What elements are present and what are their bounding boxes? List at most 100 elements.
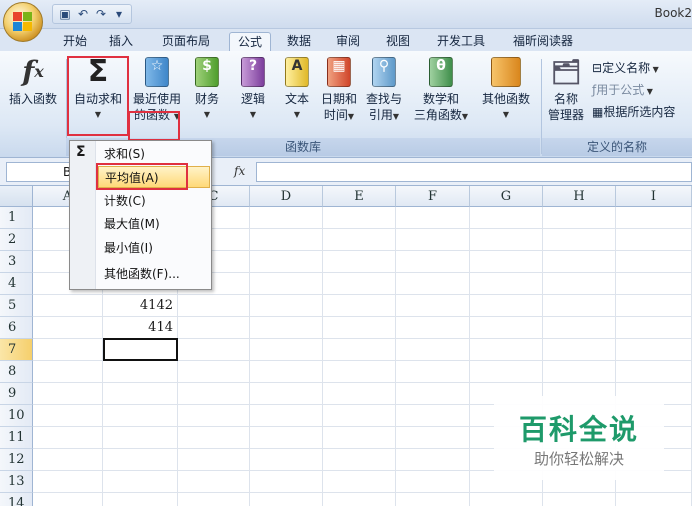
autosum-button[interactable]: Σ 自动求和 ▼	[70, 55, 126, 123]
row-header-11[interactable]: 11	[0, 427, 33, 449]
cell-f14[interactable]	[396, 493, 470, 506]
cell-g4[interactable]	[470, 273, 543, 295]
cell-f7[interactable]	[396, 339, 470, 361]
cell-h2[interactable]	[543, 229, 616, 251]
cell-d3[interactable]	[250, 251, 323, 273]
cell-d5[interactable]	[250, 295, 323, 317]
cell-f5[interactable]	[396, 295, 470, 317]
cell-i7[interactable]	[616, 339, 692, 361]
row-header-14[interactable]: 14	[0, 493, 33, 506]
redo-icon[interactable]: ↷	[93, 7, 109, 21]
menu-item-max[interactable]: 最大值(M)	[98, 213, 210, 235]
cell-h8[interactable]	[543, 361, 616, 383]
cell-a14[interactable]	[33, 493, 103, 506]
undo-icon[interactable]: ↶	[75, 7, 91, 21]
tab-view[interactable]: 视图	[381, 32, 415, 51]
cell-b5[interactable]: 4142	[103, 295, 178, 317]
menu-item-more-functions[interactable]: 其他函数(F)...	[98, 263, 210, 285]
menu-item-sum[interactable]: 求和(S)	[98, 143, 210, 165]
column-header-f[interactable]: F	[396, 186, 470, 207]
cell-f6[interactable]	[396, 317, 470, 339]
cell-c9[interactable]	[178, 383, 250, 405]
cell-d10[interactable]	[250, 405, 323, 427]
cell-b9[interactable]	[103, 383, 178, 405]
save-icon[interactable]: ▣	[57, 7, 73, 21]
cell-c10[interactable]	[178, 405, 250, 427]
cell-g2[interactable]	[470, 229, 543, 251]
cell-e14[interactable]	[323, 493, 396, 506]
cell-g6[interactable]	[470, 317, 543, 339]
financial-button[interactable]: $ 财务 ▼	[188, 55, 226, 123]
tab-insert[interactable]: 插入	[104, 32, 138, 51]
cell-e7[interactable]	[323, 339, 396, 361]
tab-formulas[interactable]: 公式	[229, 32, 271, 51]
cell-e12[interactable]	[323, 449, 396, 471]
cell-i2[interactable]	[616, 229, 692, 251]
cell-i14[interactable]	[616, 493, 692, 506]
cell-b8[interactable]	[103, 361, 178, 383]
cell-d1[interactable]	[250, 207, 323, 229]
cell-h3[interactable]	[543, 251, 616, 273]
row-header-8[interactable]: 8	[0, 361, 33, 383]
row-header-1[interactable]: 1	[0, 207, 33, 229]
cell-g1[interactable]	[470, 207, 543, 229]
cell-h1[interactable]	[543, 207, 616, 229]
tab-data[interactable]: 数据	[282, 32, 316, 51]
cell-f4[interactable]	[396, 273, 470, 295]
cell-h5[interactable]	[543, 295, 616, 317]
cell-c14[interactable]	[178, 493, 250, 506]
cell-f1[interactable]	[396, 207, 470, 229]
more-functions-button[interactable]: 其他函数 ▼	[476, 55, 536, 123]
define-name-button[interactable]: ⊟定义名称 ▼	[592, 59, 659, 76]
row-header-13[interactable]: 13	[0, 471, 33, 493]
select-all-corner[interactable]	[0, 186, 33, 207]
menu-item-average[interactable]: 平均值(A)	[98, 166, 210, 188]
create-from-selection-button[interactable]: ▦根据所选内容	[592, 103, 675, 120]
cell-h6[interactable]	[543, 317, 616, 339]
cell-b6[interactable]: 414	[103, 317, 178, 339]
customize-icon[interactable]: ▾	[111, 7, 127, 21]
tab-home[interactable]: 开始	[58, 32, 92, 51]
cell-a13[interactable]	[33, 471, 103, 493]
cell-a8[interactable]	[33, 361, 103, 383]
cell-f12[interactable]	[396, 449, 470, 471]
cell-g7[interactable]	[470, 339, 543, 361]
cell-e6[interactable]	[323, 317, 396, 339]
tab-review[interactable]: 审阅	[331, 32, 365, 51]
cell-e11[interactable]	[323, 427, 396, 449]
column-header-d[interactable]: D	[250, 186, 323, 207]
cell-e8[interactable]	[323, 361, 396, 383]
cell-a5[interactable]	[33, 295, 103, 317]
column-header-e[interactable]: E	[323, 186, 396, 207]
row-header-10[interactable]: 10	[0, 405, 33, 427]
cell-i3[interactable]	[616, 251, 692, 273]
cell-e9[interactable]	[323, 383, 396, 405]
cell-e5[interactable]	[323, 295, 396, 317]
date-time-button[interactable]: ▦ 日期和 时间▼	[320, 55, 358, 125]
tab-developer[interactable]: 开发工具	[430, 32, 492, 51]
cell-g14[interactable]	[470, 493, 543, 506]
column-header-i[interactable]: I	[616, 186, 692, 207]
column-header-h[interactable]: H	[543, 186, 616, 207]
cell-c13[interactable]	[178, 471, 250, 493]
cell-d2[interactable]	[250, 229, 323, 251]
cell-a9[interactable]	[33, 383, 103, 405]
cell-d14[interactable]	[250, 493, 323, 506]
cell-e10[interactable]	[323, 405, 396, 427]
name-manager-button[interactable]: 🗂 名称 管理器	[544, 55, 588, 123]
cell-a6[interactable]	[33, 317, 103, 339]
cell-g3[interactable]	[470, 251, 543, 273]
math-trig-button[interactable]: θ 数学和 三角函数▼	[408, 55, 474, 125]
cell-d8[interactable]	[250, 361, 323, 383]
text-button[interactable]: A 文本 ▼	[278, 55, 316, 123]
lookup-reference-button[interactable]: ⚲ 查找与 引用▼	[360, 55, 408, 125]
row-header-12[interactable]: 12	[0, 449, 33, 471]
cell-d11[interactable]	[250, 427, 323, 449]
cell-d4[interactable]	[250, 273, 323, 295]
cell-b13[interactable]	[103, 471, 178, 493]
cell-h14[interactable]	[543, 493, 616, 506]
recently-used-button[interactable]: ☆ 最近使用 的函数 ▼	[128, 55, 186, 125]
cell-h7[interactable]	[543, 339, 616, 361]
row-header-9[interactable]: 9	[0, 383, 33, 405]
cell-c8[interactable]	[178, 361, 250, 383]
